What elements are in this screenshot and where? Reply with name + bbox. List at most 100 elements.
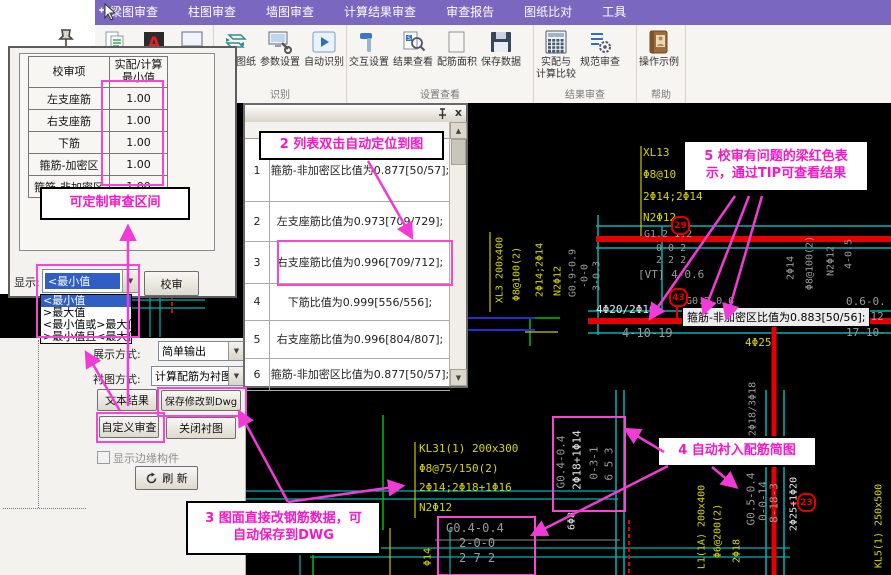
cad-label-32: 4-0.5 <box>844 239 855 269</box>
check-button[interactable]: 校审 <box>144 271 199 296</box>
ribbon-button-label: 参数设置 <box>260 57 300 69</box>
ribbon-button-2-3[interactable]: 保存数据 <box>479 27 523 69</box>
cad-label-23[interactable]: Φ8@100(2) <box>512 247 523 301</box>
dropdown-option-2[interactable]: <最小值或>最大值 <box>41 319 131 331</box>
check-value-cell[interactable]: 1.00 <box>110 154 168 176</box>
result-row-5[interactable]: 5右支座筋比值为0.996[804/807]; <box>245 320 450 359</box>
cad-label-36: 6 5 3 <box>603 447 616 480</box>
menu-tab-4[interactable]: 审查报告 <box>431 0 509 25</box>
cad-label-39[interactable]: L1(1A) 200x400 <box>697 485 708 569</box>
check-item-cell: 箍筋-加密区 <box>29 154 110 176</box>
ribbon-button-2-2[interactable]: 配筋面积 <box>435 27 479 69</box>
ribbon-button-label: 自动识别 <box>304 57 344 69</box>
ribbon-group-label: 结果审查 <box>534 88 636 103</box>
book-icon <box>646 29 672 55</box>
result-row-4[interactable]: 4下筋比值为0.999[556/556]; <box>245 283 450 321</box>
pushpin-icon[interactable] <box>56 26 78 48</box>
cad-label-24[interactable]: 2Φ14;2Φ14 <box>535 243 546 297</box>
menu-tab-1[interactable]: 柱图审查 <box>173 0 251 25</box>
ribbon-button-4-0[interactable]: 操作示例 <box>637 27 681 69</box>
menu-tab-2[interactable]: 墙图审查 <box>251 0 329 25</box>
cad-label-41[interactable]: 2Φ18 <box>732 539 743 563</box>
cad-label-29: 2Φ14 <box>786 256 797 280</box>
cad-label-40[interactable]: Φ6@200(2) <box>713 504 724 558</box>
refresh-icon <box>145 472 158 485</box>
check-value-cell[interactable]: 1.00 <box>110 132 168 154</box>
refresh-label: 刷 新 <box>162 470 188 486</box>
ribbon-button-3-1[interactable]: 规范审查 <box>578 27 622 69</box>
display-filter-combo[interactable]: <最小值 ▼ <box>42 269 139 293</box>
result-row-2[interactable]: 2左支座筋比值为0.973[709/729]; <box>245 201 450 242</box>
result-list-titlebar[interactable]: x <box>245 105 466 123</box>
cad-error-badge-43[interactable]: 43 <box>669 288 688 307</box>
ribbon-button-1-2[interactable]: 自动识别 <box>302 27 346 69</box>
custom-check-button[interactable]: 自定义审查 <box>99 416 159 438</box>
edge-member-checkbox[interactable] <box>97 451 110 464</box>
result-row-text: 箍筋-非加密区比值为0.877[50/57]; <box>270 358 450 390</box>
scroll-down-icon[interactable]: ▼ <box>450 369 467 386</box>
cad-label-1[interactable]: Φ8@10 <box>643 168 676 181</box>
cad-label-46[interactable]: KL5(1) 250x500 <box>874 484 885 568</box>
ribbon-button-3-0[interactable]: 实配与 计算比较 <box>534 27 578 80</box>
result-row-number: 6 <box>245 358 270 390</box>
menubar: 梁图审查柱图审查墙图审查计算结果审查审查报告图纸比对工具 <box>95 0 891 25</box>
cad-label-9: 4Φ20/2Φ16 <box>596 303 656 316</box>
chevron-down-icon[interactable]: ▼ <box>122 270 138 292</box>
cad-error-badge-29[interactable]: 29 <box>671 216 690 235</box>
cad-error-badge-23[interactable]: 23 <box>797 493 816 512</box>
cad-label-11[interactable]: 4Φ25 <box>745 336 772 349</box>
ribbon-group-3: 实配与 计算比较规范审查结果审查 <box>534 25 637 103</box>
cad-label-17[interactable]: 2Φ14;2Φ18+1Φ16 <box>419 481 512 494</box>
play-icon <box>311 29 337 55</box>
cad-label-0[interactable]: XL13 <box>643 146 670 159</box>
cad-label-28: 3-0.3 <box>592 261 603 291</box>
cad-label-38: 2Φ18/3Φ18 <box>748 382 759 436</box>
ribbon-group-2: 交互设置S结果查看配筋面积保存数据设置查看 <box>347 25 534 103</box>
cad-label-22[interactable]: XL3 200x400 <box>495 237 506 303</box>
result-row-text: 右支座筋比值为0.996[709/712]; <box>270 241 450 283</box>
chevron-down-icon[interactable]: ▼ <box>228 367 244 385</box>
result-row-6[interactable]: 6箍筋-非加密区比值为0.877[50/57]; <box>245 358 450 391</box>
cad-label-18[interactable]: N2Φ12 <box>419 501 452 514</box>
callout-list-doubleclick: 2 列表双击自动定位到图 <box>259 131 444 160</box>
cad-label-26: G0.9-0.9 <box>568 249 579 297</box>
ribbon-button-2-1[interactable]: S结果查看 <box>391 27 435 69</box>
check-value-cell[interactable]: 1.00 <box>110 110 168 132</box>
dropdown-option-1[interactable]: >最大值 <box>41 307 131 319</box>
pin-icon[interactable] <box>437 108 448 120</box>
check-value-cell[interactable]: 1.00 <box>110 88 168 110</box>
display-filter-dropdown[interactable]: <最小值>最大值<最小值或>最大值>最小值且<最大值 <box>40 294 132 344</box>
floppy-icon <box>488 29 514 55</box>
save-to-dwg-button[interactable]: 保存修改到Dwg <box>161 390 241 411</box>
cad-label-34: 2Φ18+1Φ14 <box>571 430 584 490</box>
menu-tabs: 梁图审查柱图审查墙图审查计算结果审查审查报告图纸比对工具 <box>95 0 641 25</box>
chevron-down-icon[interactable]: ▼ <box>228 342 244 360</box>
cad-label-47[interactable]: Φ14 <box>423 548 434 566</box>
cad-label-15[interactable]: KL31(1) 200x300 <box>419 442 518 455</box>
close-underlay-button[interactable]: 关闭衬图 <box>166 417 236 439</box>
hammer-icon <box>356 29 382 55</box>
dropdown-option-0[interactable]: <最小值 <box>41 295 131 307</box>
menu-tab-6[interactable]: 工具 <box>587 0 641 25</box>
text-result-button[interactable]: 文本结果 <box>97 389 157 411</box>
scrollbar-thumb[interactable] <box>451 139 466 165</box>
cad-label-30: Φ8@100(2) <box>805 236 816 290</box>
close-icon[interactable]: x <box>455 106 462 119</box>
menu-tab-5[interactable]: 图纸比对 <box>509 0 587 25</box>
refresh-button[interactable]: 刷 新 <box>135 466 198 490</box>
cad-label-27: -0-0 <box>580 264 591 288</box>
cad-label-25[interactable]: N2Φ12 <box>553 266 564 296</box>
ribbon-button-1-1[interactable]: 参数设置 <box>258 27 302 69</box>
result-row-3[interactable]: 3右支座筋比值为0.996[709/712]; <box>245 241 450 284</box>
ribbon-button-2-0[interactable]: 交互设置 <box>347 27 391 69</box>
result-list-scrollbar[interactable]: ▲ ▼ <box>449 122 466 386</box>
ribbon-button-label: 操作示例 <box>639 57 679 69</box>
underlay-mode-combo[interactable]: 计算配筋为衬图 ▼ <box>151 366 245 386</box>
check-table-row: 下筋1.00 <box>29 132 168 154</box>
menu-tab-3[interactable]: 计算结果审查 <box>329 0 431 25</box>
cad-label-16[interactable]: Φ8@75/150(2) <box>419 462 498 475</box>
dropdown-option-3[interactable]: >最小值且<最大值 <box>41 331 131 343</box>
calculator-icon <box>543 29 569 55</box>
scroll-up-icon[interactable]: ▲ <box>450 122 467 139</box>
show-mode-combo[interactable]: 简单输出 ▼ <box>158 341 245 361</box>
